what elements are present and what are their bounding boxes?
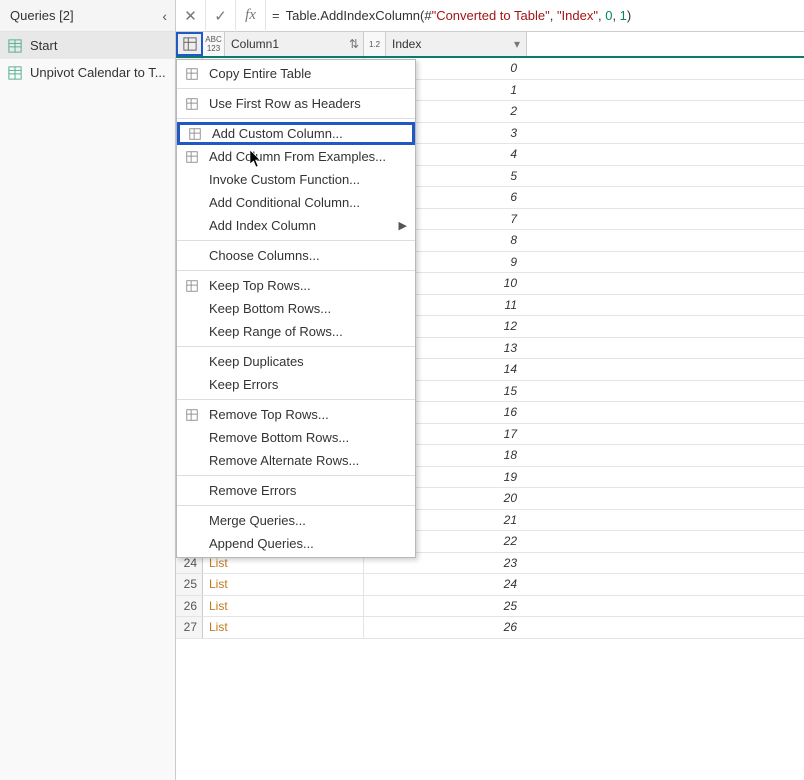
column-name: Index <box>386 37 508 51</box>
rows-icon <box>183 277 201 295</box>
menu-item-label: Remove Alternate Rows... <box>209 453 359 468</box>
menu-item-label: Merge Queries... <box>209 513 306 528</box>
menu-item-label: Keep Bottom Rows... <box>209 301 331 316</box>
menu-item-remove-alternate-rows[interactable]: Remove Alternate Rows... <box>177 449 415 472</box>
column-name: Column1 <box>225 37 345 51</box>
menu-item-label: Choose Columns... <box>209 248 320 263</box>
menu-separator <box>177 118 415 119</box>
submenu-arrow-icon: ▶ <box>399 219 407 232</box>
menu-item-label: Remove Top Rows... <box>209 407 329 422</box>
menu-item-label: Add Conditional Column... <box>209 195 360 210</box>
table-icon <box>8 66 22 80</box>
data-grid: ABC 123 Column1 ⇅ 1.2 Index ▾ 0123456789… <box>176 32 804 780</box>
menu-item-copy-entire-table[interactable]: Copy Entire Table <box>177 62 415 85</box>
menu-item-label: Remove Bottom Rows... <box>209 430 349 445</box>
column-header-index[interactable]: 1.2 Index ▾ <box>364 32 527 56</box>
menu-separator <box>177 399 415 400</box>
menu-item-label: Add Column From Examples... <box>209 149 386 164</box>
accept-formula-button[interactable]: ✓ <box>206 0 236 32</box>
cell-index: 24 <box>364 574 527 595</box>
menu-separator <box>177 346 415 347</box>
menu-item-keep-duplicates[interactable]: Keep Duplicates <box>177 350 415 373</box>
menu-item-merge-queries[interactable]: Merge Queries... <box>177 509 415 532</box>
menu-item-label: Add Custom Column... <box>212 126 343 141</box>
menu-item-label: Remove Errors <box>209 483 296 498</box>
menu-item-add-conditional-column[interactable]: Add Conditional Column... <box>177 191 415 214</box>
menu-separator <box>177 88 415 89</box>
rows2-icon <box>183 406 201 424</box>
col2-icon <box>183 148 201 166</box>
menu-item-remove-errors[interactable]: Remove Errors <box>177 479 415 502</box>
table-row[interactable]: 25List24 <box>176 574 804 596</box>
grid-header-row: ABC 123 Column1 ⇅ 1.2 Index ▾ <box>176 32 804 58</box>
type-abc123-icon[interactable]: ABC 123 <box>203 32 225 56</box>
menu-item-append-queries[interactable]: Append Queries... <box>177 532 415 555</box>
cell-column1[interactable]: List <box>203 574 364 595</box>
cell-column1[interactable]: List <box>203 617 364 638</box>
menu-item-label: Invoke Custom Function... <box>209 172 360 187</box>
fx-icon[interactable]: fx <box>236 0 266 32</box>
menu-item-label: Use First Row as Headers <box>209 96 361 111</box>
cell-index: 25 <box>364 596 527 617</box>
menu-item-label: Copy Entire Table <box>209 66 311 81</box>
query-label: Start <box>30 38 57 53</box>
query-item-start[interactable]: Start <box>0 32 175 59</box>
row-number: 25 <box>176 574 203 595</box>
cell-column1[interactable]: List <box>203 596 364 617</box>
menu-item-label: Append Queries... <box>209 536 314 551</box>
table-corner-button[interactable] <box>176 32 203 56</box>
menu-item-add-custom-column[interactable]: Add Custom Column... <box>177 122 415 145</box>
menu-item-label: Keep Errors <box>209 377 278 392</box>
query-label: Unpivot Calendar to T... <box>30 65 166 80</box>
menu-item-keep-bottom-rows[interactable]: Keep Bottom Rows... <box>177 297 415 320</box>
menu-item-keep-errors[interactable]: Keep Errors <box>177 373 415 396</box>
menu-item-keep-range-of-rows[interactable]: Keep Range of Rows... <box>177 320 415 343</box>
equals-sign: = <box>266 8 286 23</box>
table-icon <box>8 39 22 53</box>
main-area: ✕ ✓ fx = Table.AddIndexColumn(#"Converte… <box>176 0 804 780</box>
menu-item-label: Keep Top Rows... <box>209 278 311 293</box>
menu-item-add-index-column[interactable]: Add Index Column ▶ <box>177 214 415 237</box>
menu-item-keep-top-rows[interactable]: Keep Top Rows... <box>177 274 415 297</box>
queries-header[interactable]: Queries [2] ‹ <box>0 0 175 32</box>
row-number: 26 <box>176 596 203 617</box>
queries-title: Queries [2] <box>10 8 74 23</box>
menu-item-invoke-custom-function[interactable]: Invoke Custom Function... <box>177 168 415 191</box>
menu-item-remove-bottom-rows[interactable]: Remove Bottom Rows... <box>177 426 415 449</box>
collapse-chevron-icon[interactable]: ‹ <box>162 8 167 24</box>
table-row[interactable]: 27List26 <box>176 617 804 639</box>
table-icon <box>183 95 201 113</box>
table-row[interactable]: 26List25 <box>176 596 804 618</box>
menu-item-use-first-row-as-headers[interactable]: Use First Row as Headers <box>177 92 415 115</box>
menu-item-label: Add Index Column <box>209 218 316 233</box>
cancel-formula-button[interactable]: ✕ <box>176 0 206 32</box>
formula-input[interactable]: Table.AddIndexColumn(#"Converted to Tabl… <box>286 8 632 24</box>
column-header-column1[interactable]: ABC 123 Column1 ⇅ <box>203 32 364 56</box>
query-item-unpivot[interactable]: Unpivot Calendar to T... <box>0 59 175 86</box>
cell-index: 26 <box>364 617 527 638</box>
column-dropdown-icon[interactable]: ▾ <box>508 37 526 51</box>
type-number-icon[interactable]: 1.2 <box>364 32 386 56</box>
copy-icon <box>183 65 201 83</box>
menu-separator <box>177 475 415 476</box>
menu-item-label: Keep Range of Rows... <box>209 324 343 339</box>
col-icon <box>186 125 204 143</box>
menu-item-label: Keep Duplicates <box>209 354 304 369</box>
menu-item-choose-columns[interactable]: Choose Columns... <box>177 244 415 267</box>
formula-bar: ✕ ✓ fx = Table.AddIndexColumn(#"Converte… <box>176 0 804 32</box>
menu-separator <box>177 505 415 506</box>
menu-item-remove-top-rows[interactable]: Remove Top Rows... <box>177 403 415 426</box>
queries-panel: Queries [2] ‹ Start Unpivot Calendar to … <box>0 0 176 780</box>
menu-separator <box>177 240 415 241</box>
column-sort-icon[interactable]: ⇅ <box>345 37 363 51</box>
menu-separator <box>177 270 415 271</box>
table-context-menu: Copy Entire Table Use First Row as Header… <box>176 59 416 558</box>
menu-item-add-column-from-examples[interactable]: Add Column From Examples... <box>177 145 415 168</box>
row-number: 27 <box>176 617 203 638</box>
